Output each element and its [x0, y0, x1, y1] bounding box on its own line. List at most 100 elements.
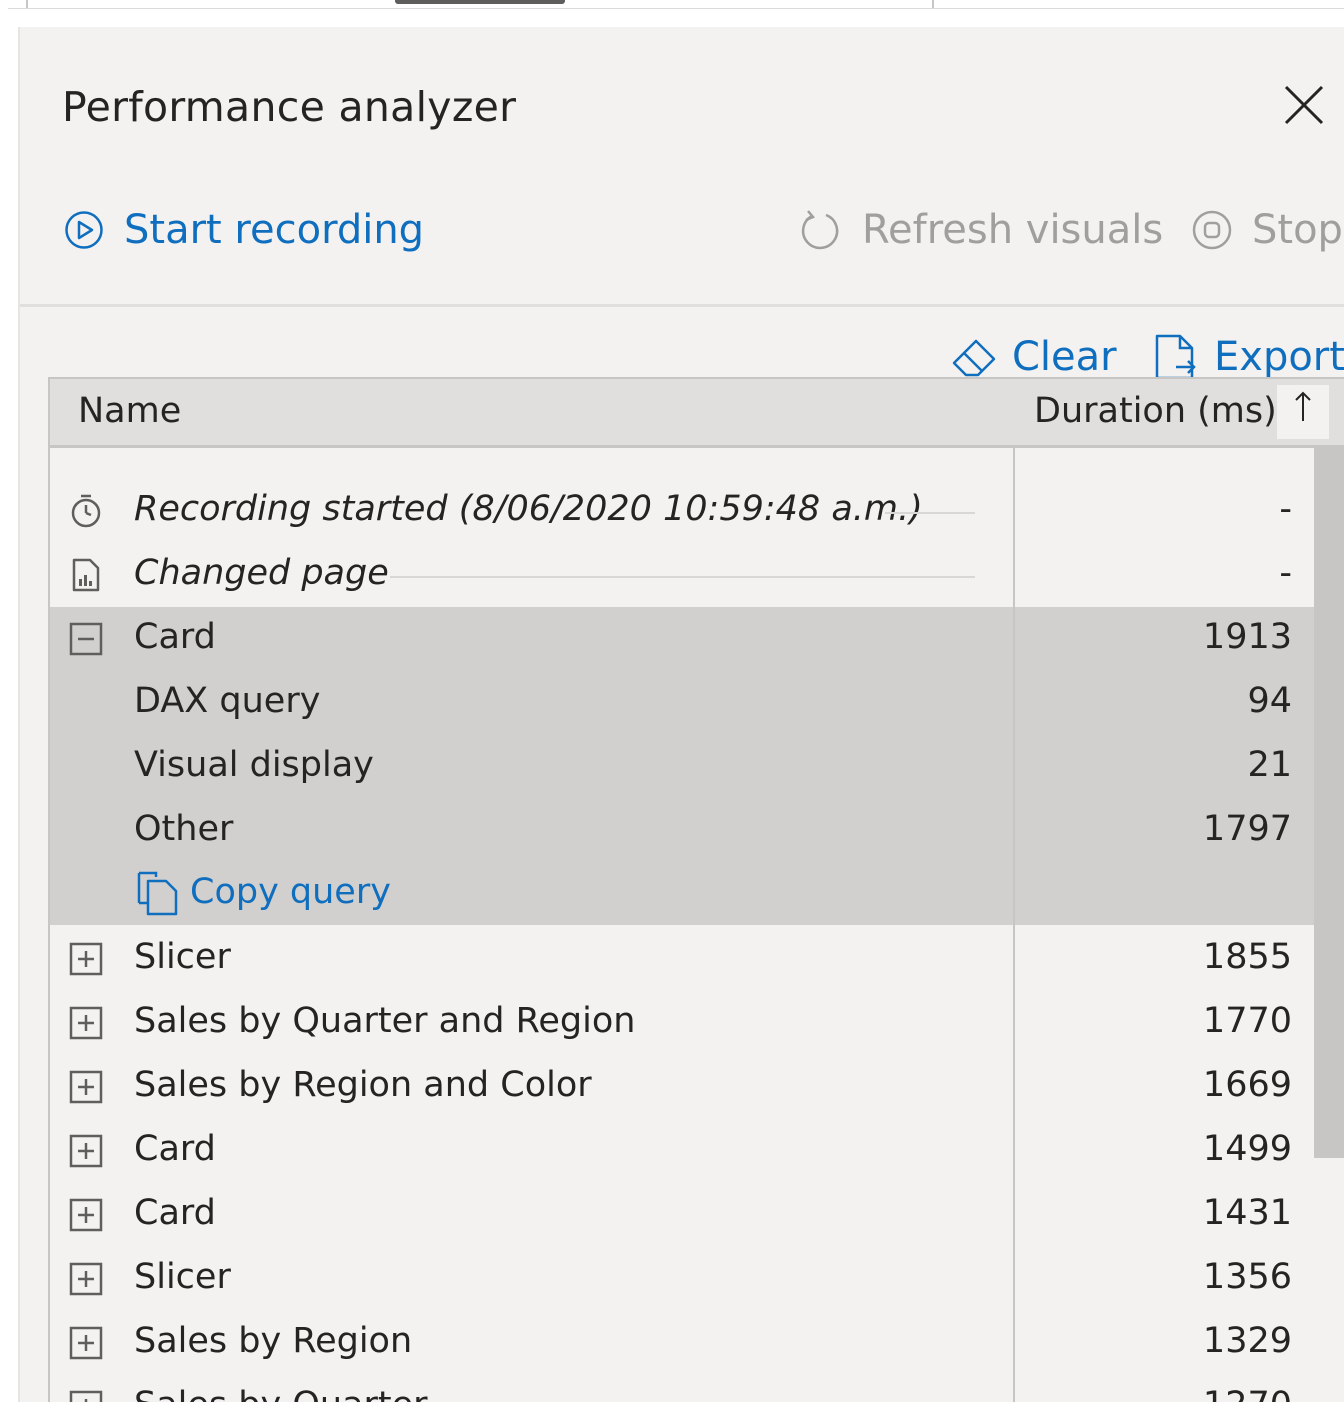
row-duration: 1770	[1202, 1001, 1292, 1041]
refresh-visuals-label: Refresh visuals	[862, 207, 1164, 253]
row-duration: 1913	[1202, 617, 1292, 657]
row-name: Slicer	[134, 937, 231, 977]
start-recording-label: Start recording	[124, 207, 425, 253]
copy-query-label: Copy query	[190, 872, 391, 912]
row-duration: 21	[1247, 745, 1292, 785]
row-name: DAX query	[134, 681, 321, 721]
row-duration: 1431	[1202, 1193, 1292, 1233]
export-label: Export	[1214, 334, 1344, 380]
collapse-icon[interactable]	[68, 621, 104, 657]
column-header-name[interactable]: Name	[78, 391, 181, 431]
table-row-card[interactable]: Card	[50, 1119, 1013, 1183]
results-table: Name Duration (ms) Recording started (8/…	[48, 377, 1344, 1402]
table-row-slicer[interactable]: Slicer	[50, 1247, 1013, 1311]
sort-arrow-up-icon	[1295, 391, 1311, 421]
row-name: Card	[134, 617, 216, 657]
expand-icon[interactable]	[68, 1005, 104, 1041]
row-duration: -	[1279, 489, 1292, 529]
row-duration: 1329	[1202, 1321, 1292, 1361]
row-duration-cell: -	[1015, 479, 1314, 543]
table-row-card[interactable]: Card	[50, 1183, 1013, 1247]
row-duration: 1356	[1202, 1257, 1292, 1297]
play-circle-icon	[65, 211, 103, 249]
expand-icon[interactable]	[68, 1197, 104, 1233]
row-duration-cell: 1797	[1015, 799, 1314, 863]
table-row-slicer[interactable]: Slicer	[50, 927, 1013, 991]
expand-icon[interactable]	[68, 1133, 104, 1169]
row-leader-line	[885, 512, 975, 514]
row-name: Sales by Quarter and Region	[134, 1001, 636, 1041]
row-duration-cell: 1913	[1015, 607, 1314, 671]
row-duration: 1797	[1202, 809, 1292, 849]
row-name: Sales by Quarter	[134, 1385, 428, 1402]
row-duration-cell: 1356	[1015, 1247, 1314, 1311]
row-duration: 1855	[1202, 937, 1292, 977]
clear-label: Clear	[1012, 334, 1117, 380]
show-panes-label[interactable]	[395, 0, 565, 4]
table-row-copy-query: Copy query	[50, 863, 1013, 925]
table-row-sales-by-quarter-and-region[interactable]: Sales by Quarter and Region	[50, 991, 1013, 1055]
table-header: Name Duration (ms)	[50, 379, 1344, 448]
refresh-visuals-button[interactable]: Refresh visuals	[798, 207, 1163, 253]
row-name: Sales by Region and Color	[134, 1065, 592, 1105]
row-leader-line	[390, 576, 975, 578]
stop-button[interactable]: Stop	[1190, 207, 1343, 253]
refresh-icon	[801, 210, 839, 250]
table-row-visual-display: Visual display	[50, 735, 1013, 799]
top-strip	[0, 0, 1344, 9]
row-duration-cell: -	[1015, 543, 1314, 607]
eraser-icon	[952, 339, 996, 377]
row-duration-cell: 94	[1015, 671, 1314, 735]
page-icon	[72, 558, 100, 592]
stop-label: Stop	[1252, 207, 1343, 253]
row-name: Visual display	[134, 745, 374, 785]
row-name: Sales by Region	[134, 1321, 413, 1361]
row-duration-cell: 21	[1015, 735, 1314, 799]
table-row-dax-query: DAX query	[50, 671, 1013, 735]
performance-analyzer-pane: Performance analyzer Start recording Ref…	[20, 27, 1344, 1402]
row-duration-cell: 1329	[1015, 1311, 1314, 1375]
row-duration: 94	[1247, 681, 1292, 721]
expand-icon[interactable]	[68, 1069, 104, 1105]
row-duration-cell: 1431	[1015, 1183, 1314, 1247]
table-row-recording-started: Recording started (8/06/2020 10:59:48 a.…	[50, 479, 1013, 543]
row-duration-cell: 1499	[1015, 1119, 1314, 1183]
table-row-sales-by-region[interactable]: Sales by Region	[50, 1311, 1013, 1375]
copy-icon	[137, 871, 178, 916]
table-row-other: Other	[50, 799, 1013, 863]
table-row-card-expanded[interactable]: Card	[50, 607, 1013, 671]
close-icon	[1284, 85, 1324, 125]
row-duration-cell: 1270	[1015, 1375, 1314, 1402]
row-duration: 1270	[1203, 1385, 1292, 1402]
table-row-sales-by-quarter[interactable]: Sales by Quarter	[50, 1375, 1013, 1402]
row-name: Card	[134, 1193, 216, 1233]
sort-button[interactable]	[1277, 385, 1329, 439]
stop-icon	[1192, 210, 1232, 250]
row-duration-cell: 1669	[1015, 1055, 1314, 1119]
row-duration: 1499	[1202, 1129, 1292, 1169]
pane-title: Performance analyzer	[62, 83, 517, 131]
row-name: Recording started (8/06/2020 10:59:48 a.…	[134, 489, 923, 529]
row-duration-cell: 1770	[1015, 991, 1314, 1055]
expand-icon[interactable]	[68, 1325, 104, 1361]
expand-icon[interactable]	[68, 1389, 104, 1402]
close-button[interactable]	[1282, 83, 1326, 127]
row-duration: 1669	[1202, 1065, 1292, 1105]
vertical-scrollbar[interactable]	[1314, 448, 1344, 1158]
row-duration-cell	[1015, 863, 1314, 925]
top-divider	[8, 8, 1344, 9]
toolbar-divider	[20, 304, 1344, 307]
table-row-changed-page: Changed page	[50, 543, 1013, 607]
copy-query-link[interactable]: Copy query	[136, 867, 391, 917]
row-name: Other	[134, 809, 234, 849]
start-recording-button[interactable]: Start recording	[64, 207, 424, 253]
export-document-icon	[1155, 334, 1196, 380]
table-row-sales-by-region-and-color[interactable]: Sales by Region and Color	[50, 1055, 1013, 1119]
column-header-duration[interactable]: Duration (ms)	[1034, 391, 1277, 431]
expand-icon[interactable]	[68, 941, 104, 977]
stopwatch-icon	[71, 494, 101, 528]
row-duration: -	[1279, 553, 1292, 593]
expand-icon[interactable]	[68, 1261, 104, 1297]
row-name: Changed page	[134, 553, 389, 593]
row-name: Card	[134, 1129, 216, 1169]
